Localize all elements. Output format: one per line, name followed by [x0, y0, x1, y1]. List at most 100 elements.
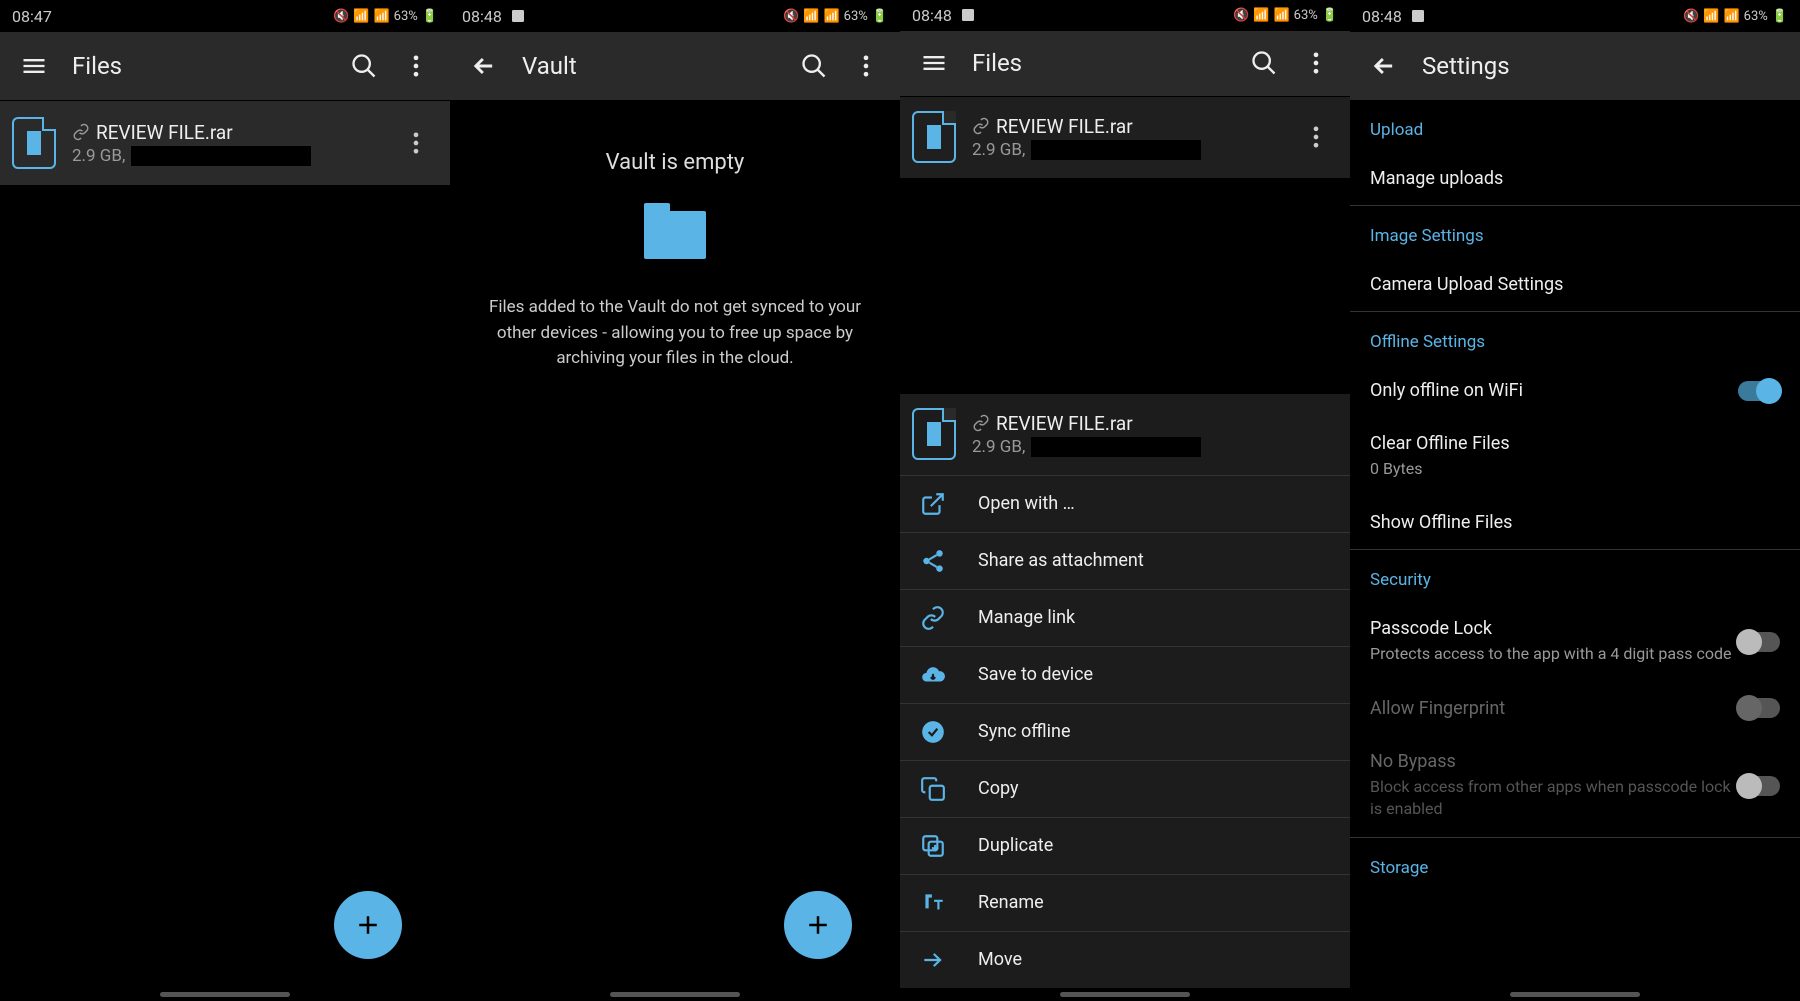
sheet-item-label: Open with …	[978, 493, 1075, 514]
open-external-icon	[920, 491, 946, 517]
search-icon[interactable]	[800, 52, 828, 80]
status-bar: 08:48 🔇 📶 📶 63% 🔋	[450, 0, 900, 32]
link-icon	[920, 605, 946, 631]
toggle-offline-wifi[interactable]	[1738, 381, 1780, 401]
file-more-icon[interactable]	[402, 129, 430, 157]
section-image: Image Settings	[1350, 206, 1800, 258]
nav-bar	[900, 988, 1350, 1001]
nav-bar	[450, 987, 900, 1001]
archive-file-icon	[912, 408, 956, 460]
content-area	[0, 185, 450, 987]
setting-passcode[interactable]: Passcode Lock Protects access to the app…	[1350, 602, 1800, 681]
section-offline: Offline Settings	[1350, 312, 1800, 364]
battery-icon: 🔋	[1772, 9, 1788, 24]
more-icon[interactable]	[1302, 49, 1330, 77]
sheet-item-copy[interactable]: Copy	[900, 760, 1350, 817]
sheet-item-manage-link[interactable]: Manage link	[900, 589, 1350, 646]
sheet-item-label: Manage link	[978, 607, 1075, 628]
sheet-item-save[interactable]: Save to device	[900, 646, 1350, 703]
sheet-item-rename[interactable]: Rename	[900, 874, 1350, 931]
back-icon[interactable]	[1370, 52, 1398, 80]
sheet-item-share[interactable]: Share as attachment	[900, 532, 1350, 589]
sheet-item-label: Copy	[978, 778, 1019, 799]
notif-image-icon	[1410, 8, 1426, 24]
page-title: Vault	[522, 52, 577, 80]
toggle-passcode[interactable]	[1738, 632, 1780, 652]
sheet-item-label: Move	[978, 949, 1022, 970]
bottom-sheet-list: Open with … Share as attachment Manage lin…	[900, 475, 1350, 988]
search-icon[interactable]	[1250, 49, 1278, 77]
section-storage: Storage	[1350, 838, 1800, 882]
sheet-item-label: Duplicate	[978, 835, 1053, 856]
status-time: 08:48	[1362, 7, 1402, 26]
file-size: 2.9 GB,	[972, 140, 1025, 160]
section-security: Security	[1350, 550, 1800, 602]
setting-clear-offline[interactable]: Clear Offline Files 0 Bytes	[1350, 417, 1800, 496]
screen-files-sheet: 08:48 🔇 📶 📶 63% 🔋 Files REVIEW FILE.ra	[900, 0, 1350, 1001]
signal-icon: 📶	[823, 9, 839, 24]
battery-text: 63%	[394, 9, 418, 24]
status-time: 08:47	[12, 7, 52, 26]
setting-show-offline[interactable]: Show Offline Files	[1350, 496, 1800, 549]
fab-add[interactable]	[334, 891, 402, 959]
file-row[interactable]: REVIEW FILE.rar 2.9 GB,	[0, 101, 450, 185]
wifi-icon: 📶	[1703, 9, 1719, 24]
archive-file-icon	[912, 111, 956, 163]
more-icon[interactable]	[852, 52, 880, 80]
wifi-icon: 📶	[353, 9, 369, 24]
vault-empty-state: Vault is empty Files added to the Vault …	[450, 150, 900, 372]
app-bar: Settings	[1350, 32, 1800, 100]
setting-camera-upload[interactable]: Camera Upload Settings	[1350, 258, 1800, 311]
page-title: Files	[972, 49, 1022, 77]
menu-icon[interactable]	[20, 52, 48, 80]
scrim[interactable]	[900, 178, 1350, 394]
sheet-item-sync-offline[interactable]: Sync offline	[900, 703, 1350, 760]
file-size: 2.9 GB,	[72, 146, 125, 166]
fab-add[interactable]	[784, 891, 852, 959]
screen-files-list: 08:47 🔇 📶 📶 63% 🔋 Files REVIEW FILE.rar	[0, 0, 450, 1001]
back-icon[interactable]	[470, 52, 498, 80]
menu-icon[interactable]	[920, 49, 948, 77]
redacted-text	[1031, 140, 1201, 160]
battery-icon: 🔋	[422, 9, 438, 24]
toggle-fingerprint	[1738, 698, 1780, 718]
sheet-item-move[interactable]: Move	[900, 931, 1350, 988]
settings-body[interactable]: Upload Manage uploads Image Settings Cam…	[1350, 100, 1800, 987]
sheet-file-size: 2.9 GB,	[972, 437, 1025, 457]
link-icon	[72, 123, 90, 141]
signal-icon: 📶	[1723, 9, 1739, 24]
folder-icon	[644, 211, 706, 259]
file-info: REVIEW FILE.rar 2.9 GB,	[972, 115, 1286, 160]
archive-file-icon	[12, 117, 56, 169]
screen-vault: 08:48 🔇 📶 📶 63% 🔋 Vault Vault is empty F…	[450, 0, 900, 1001]
notif-image-icon	[510, 8, 526, 24]
nav-bar	[0, 987, 450, 1001]
sheet-item-label: Save to device	[978, 664, 1093, 685]
file-info: REVIEW FILE.rar 2.9 GB,	[72, 121, 386, 166]
battery-icon: 🔋	[1322, 8, 1338, 23]
app-bar: Files	[0, 32, 450, 100]
more-icon[interactable]	[402, 52, 430, 80]
empty-title: Vault is empty	[606, 150, 745, 175]
duplicate-icon	[920, 833, 946, 859]
copy-icon	[920, 776, 946, 802]
notif-image-icon	[960, 7, 976, 23]
link-icon	[972, 414, 990, 432]
status-bar: 08:48 🔇 📶 📶 63% 🔋	[1350, 0, 1800, 32]
search-icon[interactable]	[350, 52, 378, 80]
file-row[interactable]: REVIEW FILE.rar 2.9 GB,	[900, 97, 1350, 178]
mute-icon: 🔇	[1233, 8, 1249, 23]
setting-offline-wifi[interactable]: Only offline on WiFi	[1350, 364, 1800, 417]
sheet-file-name: REVIEW FILE.rar	[996, 412, 1133, 435]
toggle-nobypass	[1738, 776, 1780, 796]
status-bar: 08:48 🔇 📶 📶 63% 🔋	[900, 0, 1350, 31]
sheet-item-label: Share as attachment	[978, 550, 1144, 571]
setting-manage-uploads[interactable]: Manage uploads	[1350, 152, 1800, 205]
section-upload: Upload	[1350, 100, 1800, 152]
sheet-item-open-with[interactable]: Open with …	[900, 475, 1350, 532]
file-more-icon[interactable]	[1302, 123, 1330, 151]
wifi-icon: 📶	[803, 9, 819, 24]
file-name: REVIEW FILE.rar	[96, 121, 233, 144]
redacted-text	[1031, 437, 1201, 457]
sheet-item-duplicate[interactable]: Duplicate	[900, 817, 1350, 874]
